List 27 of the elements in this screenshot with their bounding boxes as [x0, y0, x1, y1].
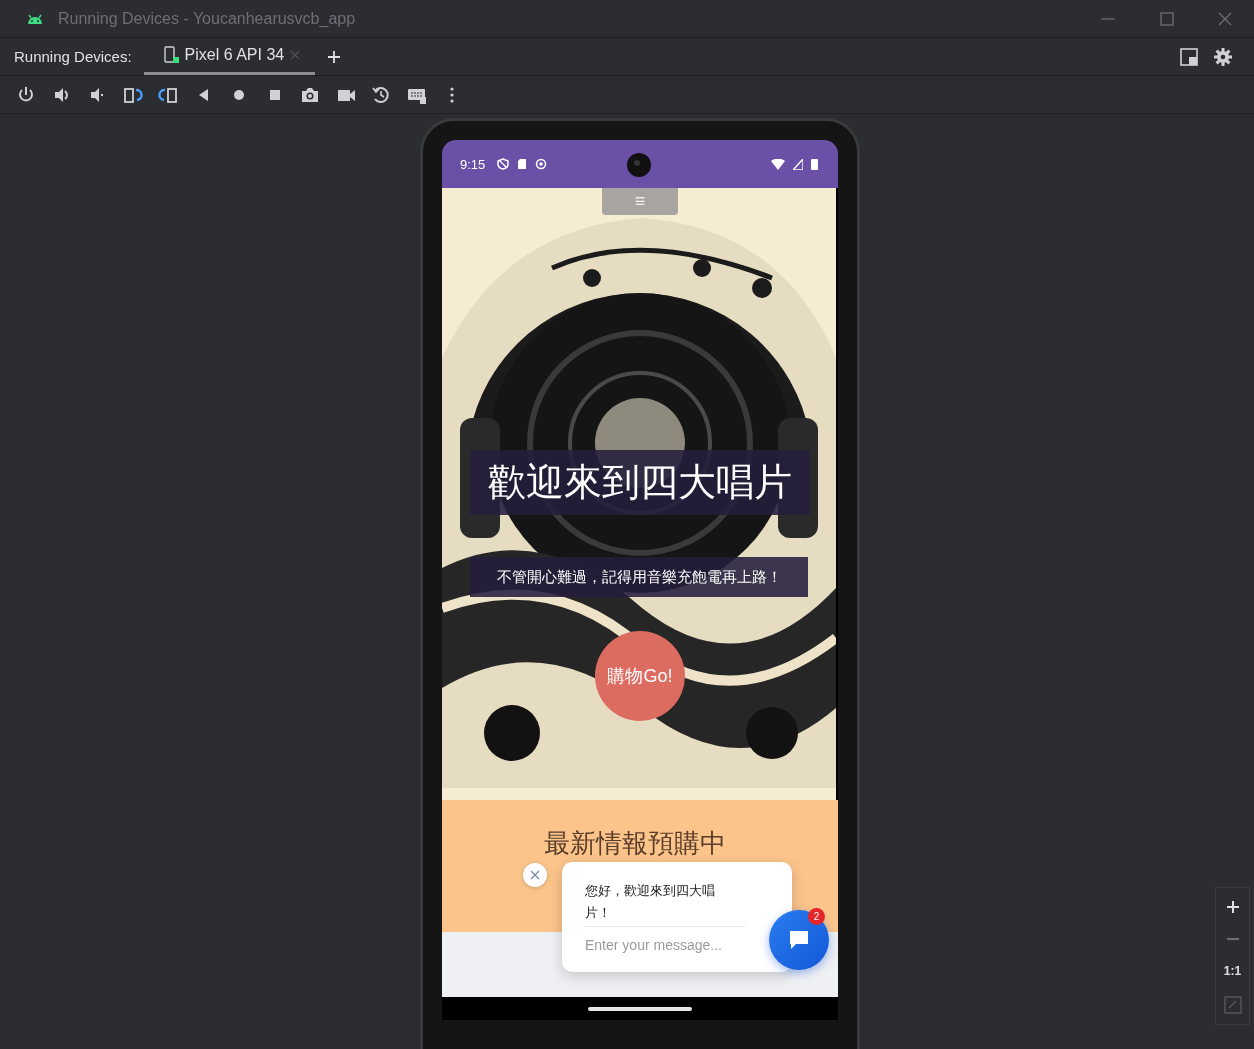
chat-icon: [788, 929, 810, 951]
shield-icon: [497, 158, 510, 170]
sync-icon: [535, 158, 548, 170]
wifi-icon: [771, 158, 785, 170]
message-field[interactable]: Enter your message...: [585, 927, 745, 953]
hero-title: 歡迎來到四大唱片: [470, 450, 810, 515]
close-icon[interactable]: [1218, 11, 1232, 26]
phone-icon: [163, 46, 180, 64]
chat-message: 您好，歡迎來到四大唱片！: [585, 880, 745, 927]
battery-icon: [811, 158, 818, 170]
android-icon: [26, 12, 44, 25]
zoom-in-icon[interactable]: [1225, 900, 1240, 914]
add-icon[interactable]: [327, 49, 342, 64]
hero-subtitle: 不管開心難過，記得用音樂充飽電再上路！: [470, 557, 808, 597]
actual-size-button[interactable]: 1:1: [1223, 964, 1242, 978]
sd-card-icon: [517, 158, 528, 170]
tool-window-label: Running Devices:: [14, 48, 132, 65]
status-time: 9:15: [460, 156, 486, 172]
section-heading: 最新情報預購中: [544, 827, 726, 860]
home-indicator[interactable]: [588, 1006, 692, 1011]
settings-icon[interactable]: [1214, 47, 1232, 66]
restore-icon[interactable]: [371, 84, 391, 105]
close-icon: [530, 870, 540, 880]
camera-lens-icon: [627, 153, 651, 177]
layout-icon[interactable]: [1180, 47, 1198, 66]
window-title: Running Devices - Youcanhearusvcb_app: [58, 9, 357, 28]
signal-icon: [793, 158, 803, 170]
